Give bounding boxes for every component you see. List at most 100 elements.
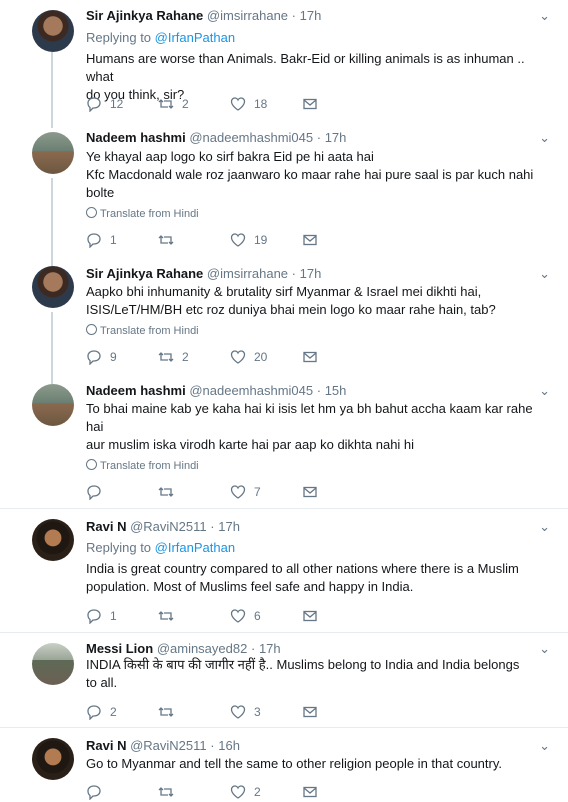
like-icon bbox=[230, 609, 246, 623]
dm-button[interactable] bbox=[302, 704, 318, 720]
tweet-text-line: Kfc Macdonald wale roz jaanwaro ko maar … bbox=[86, 167, 534, 182]
like-button[interactable]: 19 bbox=[230, 232, 267, 248]
user-handle[interactable]: @RaviN2511 bbox=[130, 738, 207, 753]
reply-button[interactable] bbox=[86, 484, 110, 500]
tweet-text-line: aur muslim iska virodh karte hai par aap… bbox=[86, 437, 415, 452]
tweet[interactable]: Nadeem hashmi @nadeemhashmi045 · 17h ⌄ Y… bbox=[0, 122, 568, 254]
dm-button[interactable] bbox=[302, 484, 318, 500]
tweet[interactable]: Ravi N @RaviN2511 · 16h ⌄ Go to Myanmar … bbox=[0, 728, 568, 802]
dm-button[interactable] bbox=[302, 608, 318, 624]
timestamp[interactable]: 17h bbox=[300, 266, 322, 281]
tweet-header: Nadeem hashmi @nadeemhashmi045 · 17h bbox=[86, 130, 346, 145]
replying-to-link[interactable]: @IrfanPathan bbox=[155, 30, 235, 45]
translate-link[interactable]: Translate from Hindi bbox=[86, 324, 199, 337]
display-name[interactable]: Nadeem hashmi bbox=[86, 130, 186, 145]
retweet-button[interactable]: 2 bbox=[158, 96, 189, 112]
reply-button[interactable] bbox=[86, 784, 110, 800]
retweet-button[interactable] bbox=[158, 704, 182, 720]
chevron-down-icon[interactable]: ⌄ bbox=[539, 641, 550, 657]
avatar[interactable] bbox=[32, 10, 74, 52]
tweet-header: Ravi N @RaviN2511 · 17h bbox=[86, 519, 240, 534]
timestamp[interactable]: 17h bbox=[325, 130, 347, 145]
avatar[interactable] bbox=[32, 519, 74, 561]
reply-icon bbox=[87, 609, 101, 624]
chevron-down-icon[interactable]: ⌄ bbox=[539, 130, 550, 146]
tweet-text: Go to Myanmar and tell the same to other… bbox=[86, 755, 536, 773]
dm-icon bbox=[303, 786, 317, 798]
retweet-button[interactable]: 2 bbox=[158, 349, 189, 365]
avatar[interactable] bbox=[32, 643, 74, 685]
reply-count: 1 bbox=[110, 233, 117, 247]
chevron-down-icon[interactable]: ⌄ bbox=[539, 8, 550, 24]
dm-button[interactable] bbox=[302, 784, 318, 800]
display-name[interactable]: Messi Lion bbox=[86, 641, 153, 656]
display-name[interactable]: Ravi N bbox=[86, 519, 126, 534]
like-icon bbox=[230, 485, 246, 499]
tweet[interactable]: Sir Ajinkya Rahane @imsirrahane · 17h ⌄ … bbox=[0, 256, 568, 374]
reply-count: 1 bbox=[110, 609, 117, 623]
avatar[interactable] bbox=[32, 738, 74, 780]
like-button[interactable]: 18 bbox=[230, 96, 267, 112]
dm-button[interactable] bbox=[302, 96, 318, 112]
replying-to-link[interactable]: @IrfanPathan bbox=[155, 540, 235, 555]
user-handle[interactable]: @imsirrahane bbox=[207, 8, 288, 23]
separator: · bbox=[210, 519, 215, 534]
timestamp[interactable]: 16h bbox=[218, 738, 240, 753]
display-name[interactable]: Ravi N bbox=[86, 738, 126, 753]
retweet-button[interactable] bbox=[158, 784, 182, 800]
avatar[interactable] bbox=[32, 384, 74, 426]
like-button[interactable]: 6 bbox=[230, 608, 261, 624]
display-name[interactable]: Nadeem hashmi bbox=[86, 383, 186, 398]
user-handle[interactable]: @RaviN2511 bbox=[130, 519, 207, 534]
like-button[interactable]: 20 bbox=[230, 349, 267, 365]
like-button[interactable]: 2 bbox=[230, 784, 261, 800]
tweet-text-line: bolte bbox=[86, 185, 115, 200]
tweet-actions: 2 bbox=[86, 784, 346, 802]
user-handle[interactable]: @nadeemhashmi045 bbox=[189, 130, 313, 145]
globe-icon bbox=[86, 324, 97, 335]
user-handle[interactable]: @imsirrahane bbox=[207, 266, 288, 281]
avatar[interactable] bbox=[32, 266, 74, 308]
user-handle[interactable]: @nadeemhashmi045 bbox=[189, 383, 313, 398]
display-name[interactable]: Sir Ajinkya Rahane bbox=[86, 8, 203, 23]
dm-button[interactable] bbox=[302, 232, 318, 248]
retweet-icon bbox=[158, 707, 174, 717]
tweet[interactable]: Nadeem hashmi @nadeemhashmi045 · 15h ⌄ T… bbox=[0, 374, 568, 508]
reply-button[interactable]: 12 bbox=[86, 96, 123, 112]
reply-icon bbox=[87, 705, 101, 720]
timestamp[interactable]: 17h bbox=[259, 641, 281, 656]
reply-button[interactable]: 1 bbox=[86, 608, 117, 624]
chevron-down-icon[interactable]: ⌄ bbox=[539, 383, 550, 399]
tweet[interactable]: Sir Ajinkya Rahane @imsirrahane · 17h ⌄ … bbox=[0, 0, 568, 122]
reply-button[interactable]: 2 bbox=[86, 704, 117, 720]
retweet-button[interactable] bbox=[158, 608, 182, 624]
avatar[interactable] bbox=[32, 132, 74, 174]
reply-button[interactable]: 1 bbox=[86, 232, 117, 248]
like-count: 2 bbox=[254, 785, 261, 799]
timestamp[interactable]: 15h bbox=[325, 383, 347, 398]
retweet-button[interactable] bbox=[158, 484, 182, 500]
retweet-icon bbox=[158, 787, 174, 797]
tweet-text: INDIA किसी के बाप की जागीर नहीं है.. Mus… bbox=[86, 656, 536, 692]
like-button[interactable]: 7 bbox=[230, 484, 261, 500]
reply-button[interactable]: 9 bbox=[86, 349, 117, 365]
tweet-text: India is great country compared to all o… bbox=[86, 560, 536, 596]
dm-icon bbox=[303, 234, 317, 246]
translate-link[interactable]: Translate from Hindi bbox=[86, 459, 199, 472]
chevron-down-icon[interactable]: ⌄ bbox=[539, 519, 550, 535]
tweet[interactable]: Ravi N @RaviN2511 · 17h ⌄ Replying to @I… bbox=[0, 509, 568, 632]
tweet[interactable]: Messi Lion @aminsayed82 · 17h ⌄ INDIA कि… bbox=[0, 633, 568, 727]
retweet-button[interactable] bbox=[158, 232, 182, 248]
timestamp[interactable]: 17h bbox=[218, 519, 240, 534]
translate-link[interactable]: Translate from Hindi bbox=[86, 207, 199, 220]
separator: · bbox=[316, 383, 322, 398]
chevron-down-icon[interactable]: ⌄ bbox=[539, 266, 550, 282]
like-button[interactable]: 3 bbox=[230, 704, 261, 720]
timestamp[interactable]: 17h bbox=[300, 8, 322, 23]
chevron-down-icon[interactable]: ⌄ bbox=[539, 738, 550, 754]
user-handle[interactable]: @aminsayed82 bbox=[157, 641, 248, 656]
tweet-text-line: INDIA किसी के बाप की जागीर नहीं है.. Mus… bbox=[86, 657, 520, 672]
display-name[interactable]: Sir Ajinkya Rahane bbox=[86, 266, 203, 281]
tweet-text: Ye khayal aap logo ko sirf bakra Eid pe … bbox=[86, 148, 536, 202]
dm-button[interactable] bbox=[302, 349, 318, 365]
